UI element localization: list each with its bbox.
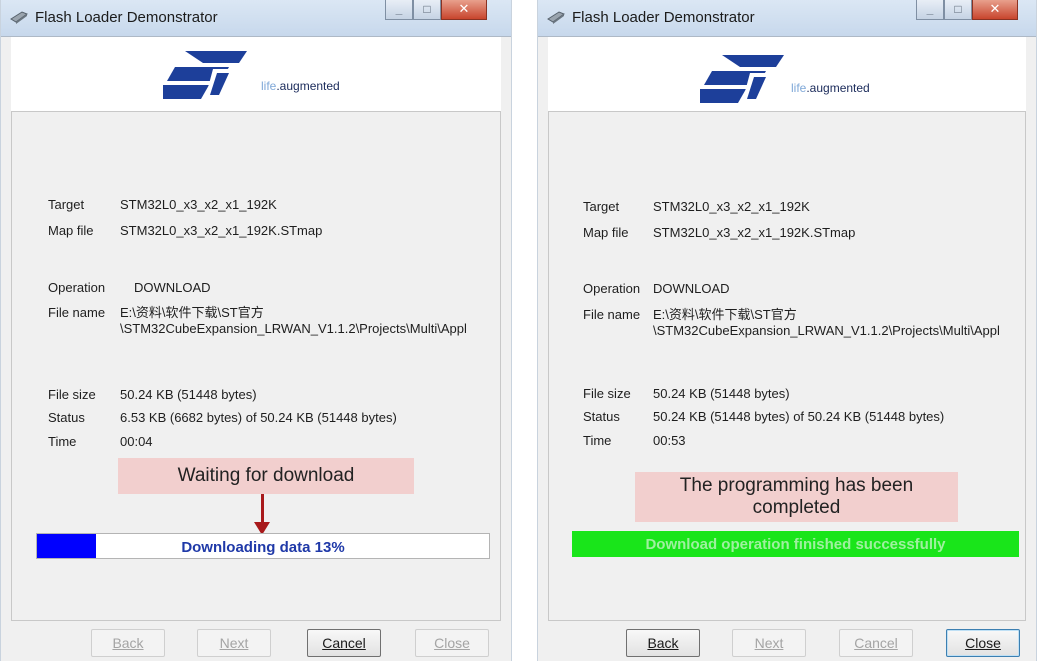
next-button[interactable]: Next: [732, 629, 806, 657]
status-value: 6.53 KB (6682 bytes) of 50.24 KB (51448 …: [120, 410, 397, 425]
back-button[interactable]: Back: [91, 629, 165, 657]
title-bar[interactable]: Flash Loader Demonstrator _ □ ✕: [1, 0, 511, 37]
mapfile-label: Map file: [48, 223, 94, 238]
cancel-button[interactable]: Cancel: [307, 629, 381, 657]
filename-label: File name: [583, 307, 641, 322]
filename-line-1: E:\资料\软件下载\ST官方: [120, 305, 264, 320]
tagline-rest: .augmented: [276, 79, 340, 93]
window-title: Flash Loader Demonstrator: [572, 9, 755, 26]
operation-label: Operation: [583, 281, 641, 296]
tagline-life: life: [261, 79, 277, 93]
back-button[interactable]: Back: [626, 629, 700, 657]
time-value: 00:04: [120, 434, 153, 449]
minimize-button[interactable]: _: [916, 0, 944, 20]
close-button[interactable]: Close: [946, 629, 1020, 657]
close-window-button[interactable]: ✕: [441, 0, 487, 20]
app-icon: [547, 11, 565, 24]
close-icon: ✕: [458, 1, 470, 16]
time-label: Time: [583, 433, 612, 448]
minimize-icon: _: [926, 2, 934, 16]
caption-buttons: _ □ ✕: [385, 0, 487, 22]
status-label: Status: [48, 410, 85, 425]
status-value: 50.24 KB (51448 bytes) of 50.24 KB (5144…: [653, 409, 945, 424]
callout-arrow-shaft: [261, 494, 264, 524]
app-icon: [10, 11, 28, 24]
filesize-value: 50.24 KB (51448 bytes): [653, 386, 790, 401]
completed-callout: The programming has been completed: [635, 472, 958, 522]
details-panel: Target STM32L0_x3_x2_x1_192K Map file ST…: [11, 112, 501, 620]
st-logo: [163, 51, 247, 99]
target-value: STM32L0_x3_x2_x1_192K: [120, 197, 277, 212]
completed-callout-line-2: completed: [752, 497, 841, 518]
target-label: Target: [48, 197, 85, 212]
target-label: Target: [583, 199, 620, 214]
st-banner: life.augmented: [548, 37, 1026, 112]
close-window-button[interactable]: ✕: [972, 0, 1018, 20]
tagline: life.augmented: [791, 81, 870, 95]
maximize-button[interactable]: □: [944, 0, 972, 20]
tagline-life: life: [791, 81, 807, 95]
mapfile-value: STM32L0_x3_x2_x1_192K.STmap: [653, 225, 856, 240]
operation-label: Operation: [48, 280, 106, 295]
progress-text: Downloading data 13%: [181, 539, 345, 556]
download-progress-bar: Download operation finished successfully: [572, 531, 1019, 557]
title-bar[interactable]: Flash Loader Demonstrator _ □ ✕: [538, 0, 1036, 37]
filename-line-1: E:\资料\软件下载\ST官方: [653, 307, 797, 322]
flash-loader-window-downloading: Flash Loader Demonstrator _ □ ✕ life.aug…: [0, 0, 512, 661]
cancel-button[interactable]: Cancel: [839, 629, 913, 657]
close-icon: ✕: [989, 1, 1001, 16]
waiting-callout: Waiting for download: [118, 458, 414, 494]
status-label: Status: [583, 409, 620, 424]
time-value: 00:53: [653, 433, 686, 448]
filename-label: File name: [48, 305, 106, 320]
maximize-icon: □: [423, 2, 431, 16]
completed-callout-line-1: The programming has been: [679, 475, 914, 496]
details-panel: Target STM32L0_x3_x2_x1_192K Map file ST…: [548, 112, 1026, 620]
st-logo: [700, 55, 784, 103]
mapfile-value: STM32L0_x3_x2_x1_192K.STmap: [120, 223, 323, 238]
operation-value: DOWNLOAD: [134, 280, 211, 295]
st-banner: life.augmented: [11, 37, 501, 112]
filename-line-2: \STM32CubeExpansion_LRWAN_V1.1.2\Project…: [653, 323, 1000, 338]
button-bar: Back Next Cancel Close: [548, 620, 1026, 661]
window-title: Flash Loader Demonstrator: [35, 9, 218, 26]
download-progress-bar: Downloading data 13%: [36, 533, 490, 559]
mapfile-label: Map file: [583, 225, 629, 240]
target-value: STM32L0_x3_x2_x1_192K: [653, 199, 810, 214]
next-button[interactable]: Next: [197, 629, 271, 657]
minimize-icon: _: [395, 2, 403, 16]
button-bar: Back Next Cancel Close: [11, 620, 501, 661]
tagline-rest: .augmented: [806, 81, 870, 95]
maximize-icon: □: [954, 2, 962, 16]
close-button[interactable]: Close: [415, 629, 489, 657]
filesize-label: File size: [583, 386, 631, 401]
tagline: life.augmented: [261, 79, 340, 93]
filesize-value: 50.24 KB (51448 bytes): [120, 387, 257, 402]
caption-buttons: _ □ ✕: [916, 0, 1018, 22]
minimize-button[interactable]: _: [385, 0, 413, 20]
progress-text: Download operation finished successfully: [645, 536, 946, 553]
maximize-button[interactable]: □: [413, 0, 441, 20]
operation-value: DOWNLOAD: [653, 281, 730, 296]
flash-loader-window-completed: Flash Loader Demonstrator _ □ ✕ life.aug…: [537, 0, 1037, 661]
filesize-label: File size: [48, 387, 96, 402]
time-label: Time: [48, 434, 77, 449]
filename-line-2: \STM32CubeExpansion_LRWAN_V1.1.2\Project…: [120, 321, 467, 336]
